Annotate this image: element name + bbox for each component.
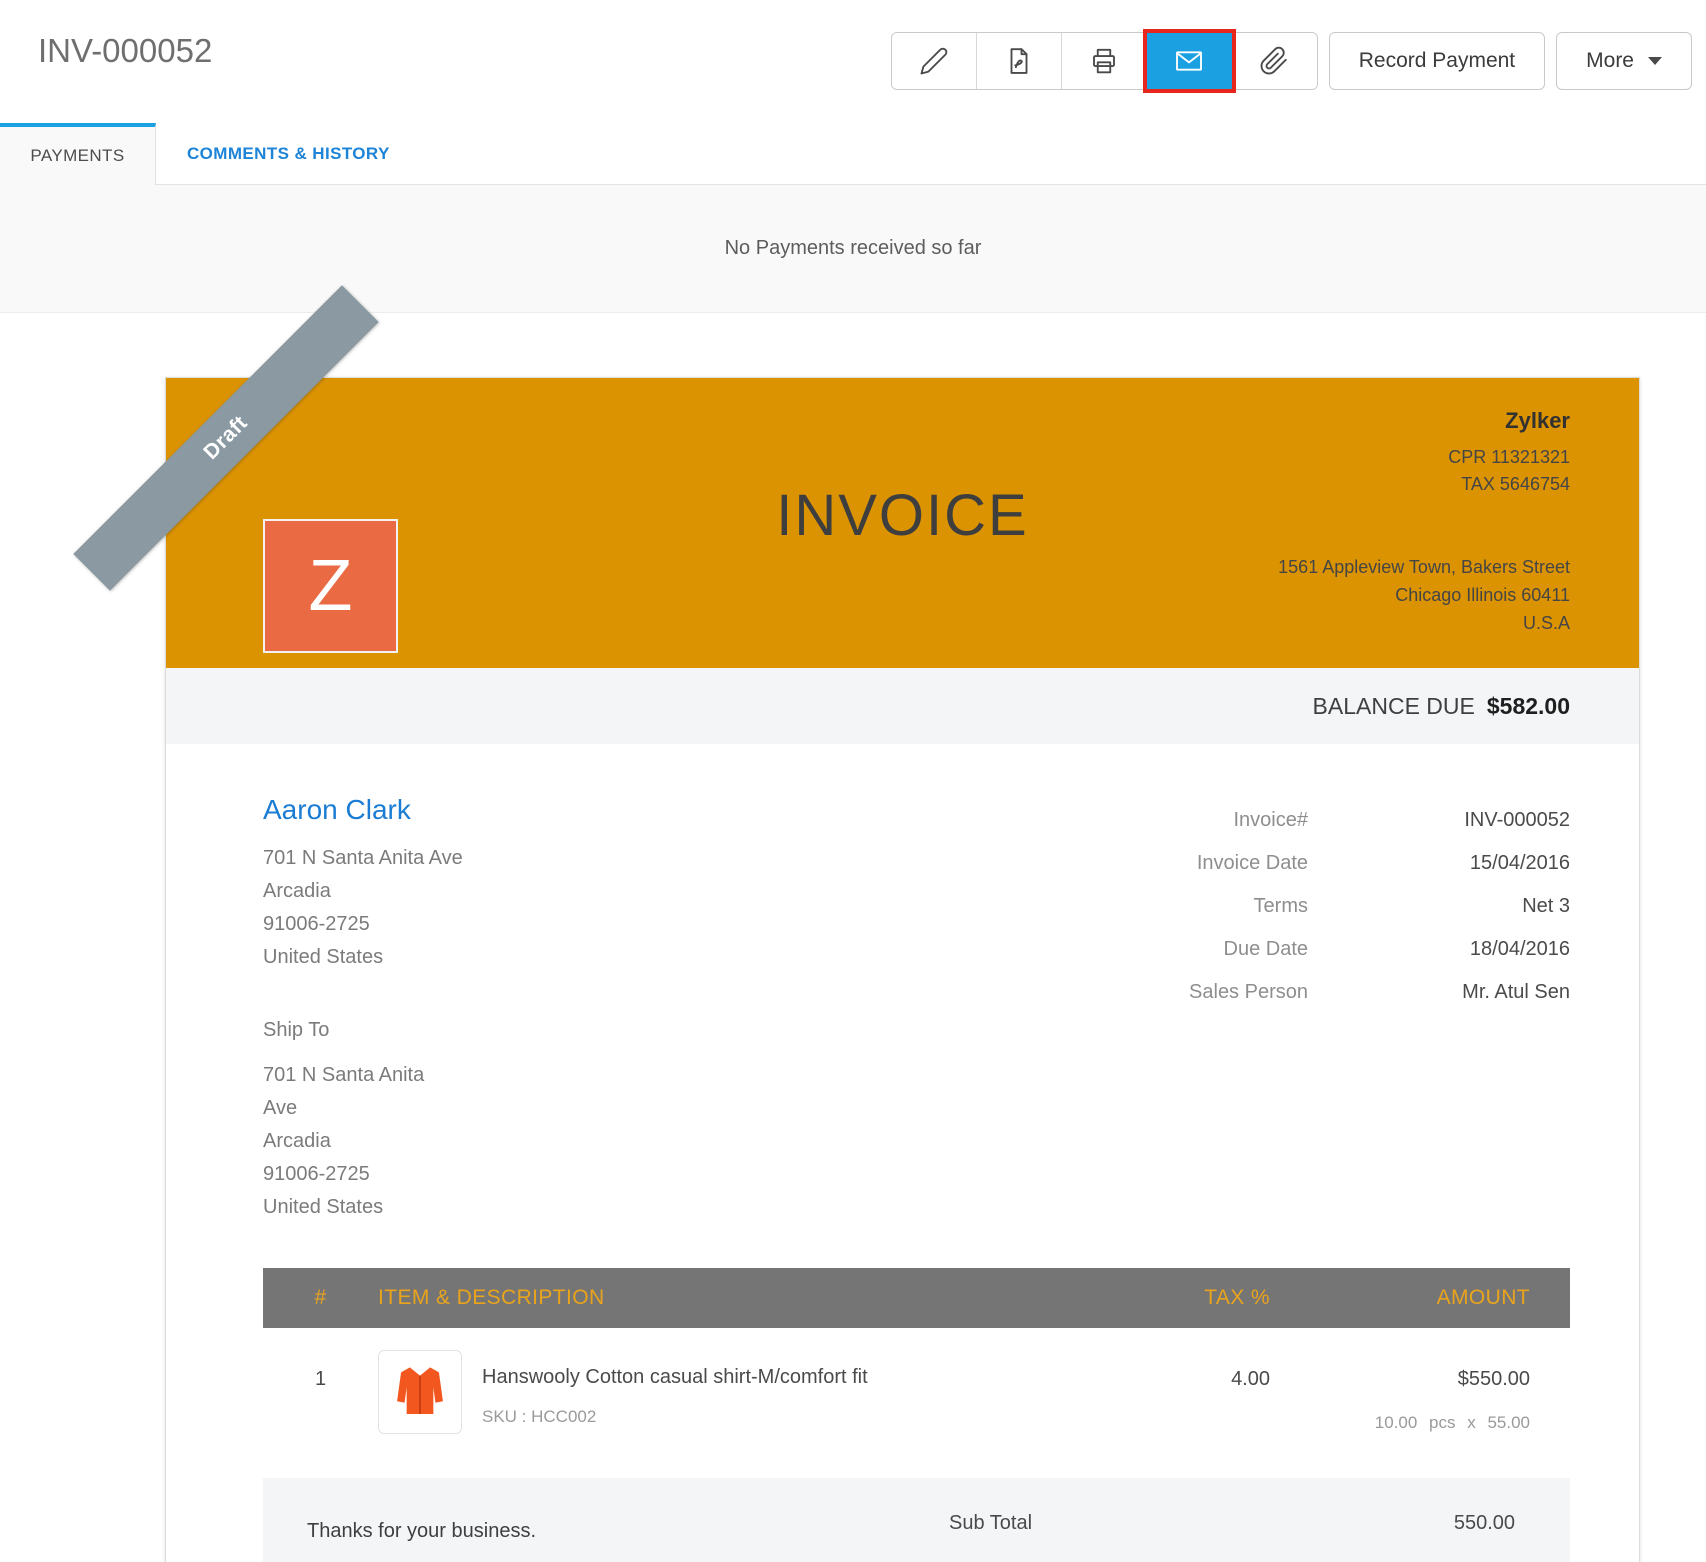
- envelope-icon: [1173, 45, 1205, 77]
- attach-file-button[interactable]: [1232, 33, 1317, 89]
- export-pdf-button[interactable]: [977, 33, 1062, 89]
- balance-due-amount: $582.00: [1487, 693, 1570, 720]
- ship-address-line: Ave: [263, 1092, 463, 1125]
- column-header-item: ITEM & DESCRIPTION: [378, 1286, 1150, 1310]
- invoice-number-title: INV-000052: [38, 32, 212, 70]
- tab-bar: PAYMENTS COMMENTS & HISTORY: [0, 123, 1706, 185]
- meta-value: 15/04/2016: [1308, 842, 1570, 885]
- meta-value: 18/04/2016: [1308, 928, 1570, 971]
- meta-label: Invoice Date: [970, 842, 1308, 885]
- meta-label: Due Date: [970, 928, 1308, 971]
- ship-address-line: 701 N Santa Anita: [263, 1059, 463, 1092]
- table-row: 1 Hanswooly Cotton casual shirt-M/: [263, 1328, 1570, 1434]
- company-reg-tax: TAX 5646754: [1278, 471, 1570, 498]
- company-address-line: U.S.A: [1278, 609, 1570, 637]
- ship-to-label: Ship To: [263, 1014, 463, 1047]
- company-address-line: Chicago Illinois 60411: [1278, 581, 1570, 609]
- thanks-note: Thanks for your business.: [307, 1520, 536, 1562]
- invoice-detail-page: INV-000052: [0, 0, 1706, 1562]
- company-address-line: 1561 Appleview Town, Bakers Street: [1278, 553, 1570, 581]
- totals-block: Sub Total 550.00 Sales Tax (4%) 22.00: [949, 1512, 1515, 1562]
- total-value: 550.00: [1454, 1512, 1515, 1535]
- meta-label: Sales Person: [970, 971, 1308, 1014]
- company-reg-cpr: CPR 11321321: [1278, 444, 1570, 471]
- total-label: Sub Total: [949, 1512, 1454, 1535]
- company-address: 1561 Appleview Town, Bakers Street Chica…: [1278, 553, 1570, 637]
- balance-due-band: BALANCE DUE $582.00: [166, 668, 1639, 744]
- meta-row-terms: Terms Net 3: [970, 885, 1570, 928]
- send-email-button[interactable]: [1147, 33, 1232, 89]
- company-name: Zylker: [1278, 408, 1570, 434]
- item-name: Hanswooly Cotton casual shirt-M/comfort …: [482, 1366, 868, 1389]
- no-payments-message: No Payments received so far: [725, 237, 982, 260]
- company-logo-letter: Z: [309, 550, 353, 622]
- item-cell: Hanswooly Cotton casual shirt-M/comfort …: [378, 1350, 1150, 1434]
- caret-down-icon: [1648, 57, 1662, 65]
- edit-button[interactable]: [892, 33, 977, 89]
- ship-address-line: United States: [263, 1191, 463, 1224]
- ship-address-line: 91006-2725: [263, 1158, 463, 1191]
- item-text: Hanswooly Cotton casual shirt-M/comfort …: [482, 1350, 868, 1434]
- bill-address-line: 701 N Santa Anita Ave: [263, 842, 463, 875]
- meta-value: Mr. Atul Sen: [1308, 971, 1570, 1014]
- balance-due-label: BALANCE DUE: [1313, 693, 1475, 720]
- item-quantity-detail: 10.00 pcs x 55.00: [1270, 1413, 1530, 1433]
- company-info: Zylker CPR 11321321 TAX 5646754 1561 App…: [1278, 408, 1570, 637]
- pdf-icon: [1004, 46, 1034, 76]
- customer-name-link[interactable]: Aaron Clark: [263, 794, 463, 826]
- column-header-number: #: [263, 1286, 378, 1310]
- column-header-amount: AMOUNT: [1270, 1286, 1570, 1310]
- bill-address-line: Arcadia: [263, 875, 463, 908]
- record-payment-button[interactable]: Record Payment: [1329, 32, 1545, 90]
- toolbar-icon-group: [891, 32, 1318, 90]
- item-amount-cell: $550.00 10.00 pcs x 55.00: [1270, 1350, 1570, 1434]
- print-button[interactable]: [1062, 33, 1147, 89]
- toolbar: Record Payment More: [891, 32, 1692, 90]
- line-items-table: # ITEM & DESCRIPTION TAX % AMOUNT 1: [263, 1268, 1570, 1434]
- pencil-icon: [919, 46, 949, 76]
- item-sku: SKU : HCC002: [482, 1407, 868, 1427]
- paperclip-icon: [1259, 46, 1289, 76]
- printer-icon: [1089, 46, 1119, 76]
- meta-value: Net 3: [1308, 885, 1570, 928]
- more-label: More: [1586, 49, 1634, 73]
- table-header-row: # ITEM & DESCRIPTION TAX % AMOUNT: [263, 1268, 1570, 1328]
- item-thumbnail: [378, 1350, 462, 1434]
- invoice-preview: Draft Z INVOICE Zylker CPR 11321321 TAX …: [165, 377, 1640, 1562]
- bill-to-block: Aaron Clark 701 N Santa Anita Ave Arcadi…: [263, 794, 463, 974]
- tab-comments-history[interactable]: COMMENTS & HISTORY: [187, 123, 390, 185]
- shirt-image-icon: [388, 1358, 452, 1427]
- tab-comments-history-label: COMMENTS & HISTORY: [187, 144, 390, 164]
- item-tax-percent: 4.00: [1150, 1350, 1270, 1434]
- meta-row-sales-person: Sales Person Mr. Atul Sen: [970, 971, 1570, 1014]
- meta-value: INV-000052: [1308, 799, 1570, 842]
- invoice-footer-band: Thanks for your business. Sub Total 550.…: [263, 1478, 1570, 1562]
- invoice-body: Aaron Clark 701 N Santa Anita Ave Arcadi…: [166, 744, 1639, 1562]
- draft-ribbon-label: Draft: [199, 411, 252, 464]
- invoice-header-band: Draft Z INVOICE Zylker CPR 11321321 TAX …: [166, 378, 1639, 668]
- ship-to-block: Ship To 701 N Santa Anita Ave Arcadia 91…: [263, 1014, 463, 1224]
- payments-panel: No Payments received so far: [0, 185, 1706, 313]
- addresses-column: Aaron Clark 701 N Santa Anita Ave Arcadi…: [263, 744, 463, 1224]
- tab-payments-label: PAYMENTS: [30, 146, 124, 166]
- meta-label: Terms: [970, 885, 1308, 928]
- ship-address-line: Arcadia: [263, 1125, 463, 1158]
- meta-row-invoice-date: Invoice Date 15/04/2016: [970, 842, 1570, 885]
- bill-address-line: United States: [263, 941, 463, 974]
- column-header-tax: TAX %: [1150, 1286, 1270, 1310]
- item-number: 1: [263, 1350, 378, 1434]
- invoice-meta-block: Invoice# INV-000052 Invoice Date 15/04/2…: [970, 799, 1570, 1224]
- item-amount: $550.00: [1270, 1368, 1530, 1391]
- meta-row-invoice-number: Invoice# INV-000052: [970, 799, 1570, 842]
- bill-address-line: 91006-2725: [263, 908, 463, 941]
- meta-label: Invoice#: [970, 799, 1308, 842]
- meta-row-due-date: Due Date 18/04/2016: [970, 928, 1570, 971]
- total-row-subtotal: Sub Total 550.00: [949, 1512, 1515, 1535]
- more-button[interactable]: More: [1556, 32, 1692, 90]
- record-payment-label: Record Payment: [1359, 49, 1515, 73]
- tab-payments[interactable]: PAYMENTS: [0, 123, 156, 185]
